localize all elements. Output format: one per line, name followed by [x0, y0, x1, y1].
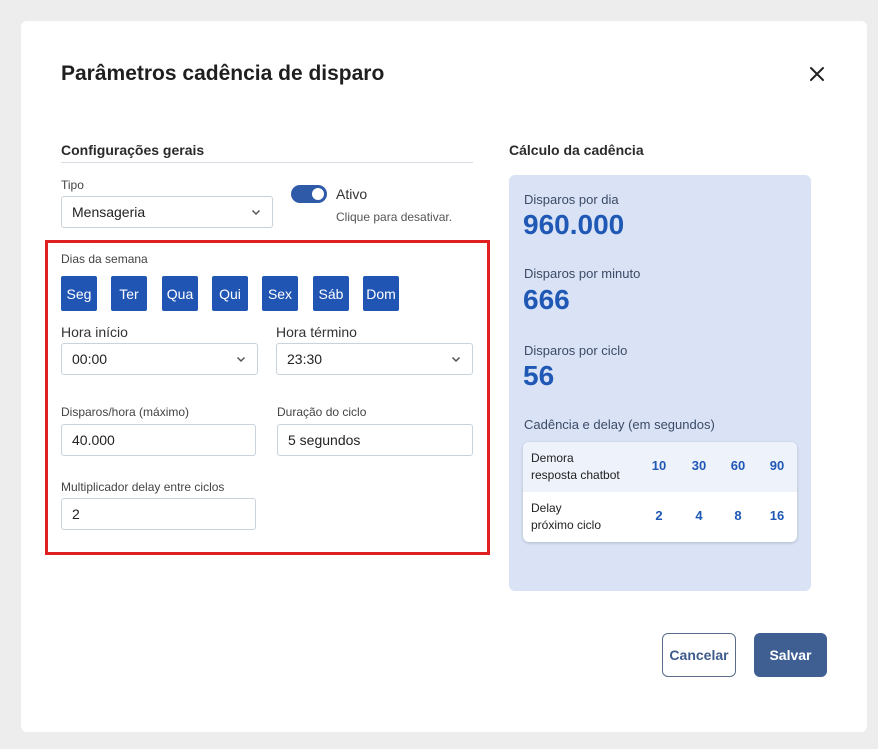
toggle-knob: [312, 188, 324, 200]
cadence-table: Demora resposta chatbot 10 30 60 90 Dela…: [523, 442, 797, 542]
per-day-label: Disparos por dia: [524, 192, 619, 207]
cycle-duration-input[interactable]: 5 segundos: [277, 424, 473, 456]
cadence-table-label: Cadência e delay (em segundos): [524, 417, 715, 432]
day-dom-button[interactable]: Dom: [363, 276, 399, 311]
close-icon[interactable]: [806, 63, 828, 85]
row-header: Demora resposta chatbot: [531, 450, 620, 484]
max-per-hour-value: 40.000: [72, 432, 115, 448]
delay-multiplier-label: Multiplicador delay entre ciclos: [61, 480, 225, 494]
start-time-label: Hora início: [61, 324, 128, 340]
end-time-select[interactable]: 23:30: [276, 343, 473, 375]
delay-multiplier-input[interactable]: 2: [61, 498, 256, 530]
end-time-label: Hora término: [276, 324, 357, 340]
start-time-value: 00:00: [72, 351, 108, 367]
table-row: Demora resposta chatbot 10 30 60 90: [523, 442, 797, 492]
tipo-select[interactable]: Mensageria: [61, 196, 273, 228]
day-qua-button[interactable]: Qua: [162, 276, 198, 311]
tipo-value: Mensageria: [72, 204, 146, 220]
per-cycle-label: Disparos por ciclo: [524, 343, 628, 358]
chevron-down-icon: [451, 356, 461, 363]
calc-heading: Cálculo da cadência: [509, 142, 644, 158]
cancel-button[interactable]: Cancelar: [662, 633, 736, 677]
general-heading: Configurações gerais: [61, 142, 205, 158]
day-sab-button[interactable]: Sáb: [313, 276, 349, 311]
table-cell: 60: [730, 458, 746, 473]
delay-multiplier-value: 2: [72, 506, 80, 522]
toggle-label: Ativo: [336, 186, 368, 202]
table-row: Delay próximo ciclo 2 4 8 16: [523, 492, 797, 542]
divider: [61, 162, 473, 163]
row-header-line: Delay: [531, 501, 562, 515]
row-header-line: Demora: [531, 451, 574, 465]
row-header-line: resposta chatbot: [531, 468, 620, 482]
table-cell: 16: [769, 508, 785, 523]
days-label: Dias da semana: [61, 252, 148, 266]
table-cell: 90: [769, 458, 785, 473]
max-per-hour-input[interactable]: 40.000: [61, 424, 256, 456]
start-time-select[interactable]: 00:00: [61, 343, 258, 375]
table-cell: 4: [695, 508, 703, 523]
per-minute-label: Disparos por minuto: [524, 266, 641, 281]
table-cell: 10: [651, 458, 667, 473]
cycle-duration-value: 5 segundos: [288, 432, 361, 448]
day-seg-button[interactable]: Seg: [61, 276, 97, 311]
day-sex-button[interactable]: Sex: [262, 276, 298, 311]
table-cell: 8: [734, 508, 742, 523]
per-day-value: 960.000: [523, 209, 625, 240]
chevron-down-icon: [251, 209, 261, 216]
cycle-duration-label: Duração do ciclo: [277, 405, 367, 419]
table-cell: 2: [655, 508, 663, 523]
row-header-line: próximo ciclo: [531, 518, 602, 532]
day-ter-button[interactable]: Ter: [111, 276, 147, 311]
chevron-down-icon: [236, 356, 246, 363]
table-cell: 30: [691, 458, 707, 473]
per-minute-value: 666: [523, 284, 570, 315]
per-cycle-value: 56: [523, 360, 555, 391]
save-button[interactable]: Salvar: [754, 633, 827, 677]
row-header: Delay próximo ciclo: [531, 500, 601, 534]
active-toggle[interactable]: [291, 185, 327, 203]
toggle-hint: Clique para desativar.: [336, 210, 453, 224]
end-time-value: 23:30: [287, 351, 323, 367]
tipo-label: Tipo: [61, 178, 84, 192]
max-per-hour-label: Disparos/hora (máximo): [61, 405, 190, 419]
dialog-title: Parâmetros cadência de disparo: [61, 62, 385, 85]
day-qui-button[interactable]: Qui: [212, 276, 248, 311]
